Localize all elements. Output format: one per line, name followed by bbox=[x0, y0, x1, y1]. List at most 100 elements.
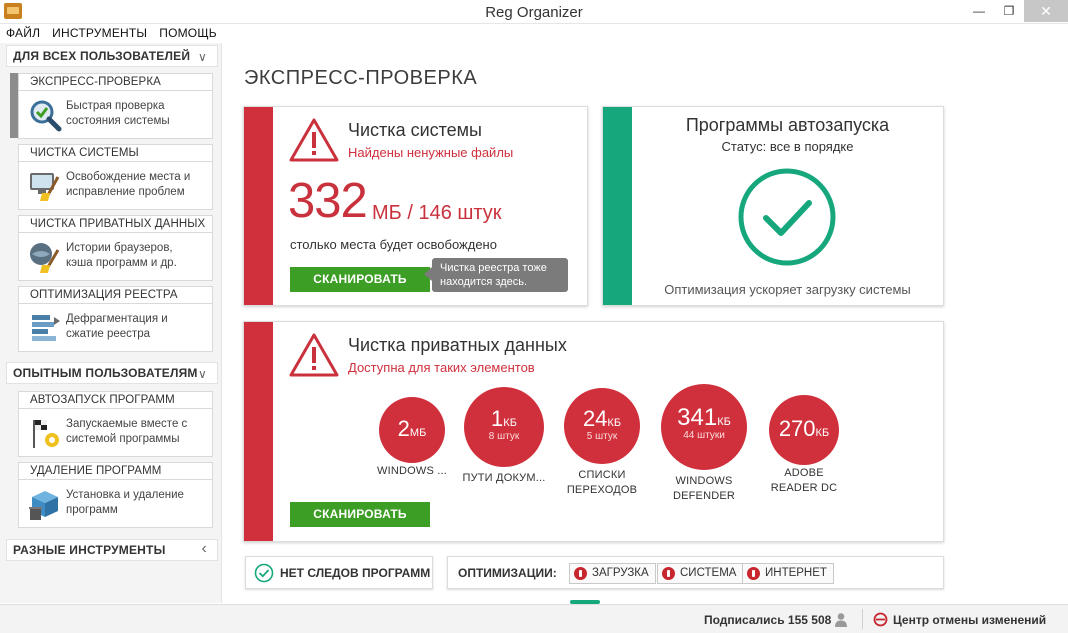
box-trash-icon bbox=[29, 491, 58, 520]
close-button[interactable]: ✕ bbox=[1024, 0, 1068, 22]
sidebar-item-private-clean[interactable]: ЧИСТКА ПРИВАТНЫХ ДАННЫХ Истории браузеро… bbox=[18, 215, 213, 281]
check-circle-icon bbox=[254, 563, 274, 583]
item-label-line1: WINDOWS ... bbox=[376, 465, 448, 477]
group-misc-tools[interactable]: РАЗНЫЕ ИНСТРУМЕНТЫ ‹ bbox=[6, 539, 218, 561]
tile-title: АВТОЗАПУСК ПРОГРАММ bbox=[19, 392, 212, 409]
item-size: 1 bbox=[491, 406, 504, 431]
tile-title: ЧИСТКА СИСТЕМЫ bbox=[19, 145, 212, 162]
group-advanced-users[interactable]: ОПЫТНЫМ ПОЛЬЗОВАТЕЛЯМ ∨ bbox=[6, 362, 218, 384]
status-stripe bbox=[244, 107, 273, 305]
private-item-bubble[interactable]: 2МБ bbox=[379, 397, 445, 463]
restore-button[interactable]: ❐ bbox=[994, 0, 1024, 22]
no-traces-label: НЕТ СЛЕДОВ ПРОГРАММ bbox=[280, 566, 431, 580]
sidebar-item-registry-optimize[interactable]: ОПТИМИЗАЦИЯ РЕЕСТРА Дефрагментация и сжа… bbox=[18, 286, 213, 352]
autorun-footer: Оптимизация ускоряет загрузку системы bbox=[664, 282, 911, 297]
group-label: ДЛЯ ВСЕХ ПОЛЬЗОВАТЕЛЕЙ bbox=[13, 49, 191, 63]
tile-desc-line2: кэша программ и др. bbox=[66, 257, 177, 269]
item-label-line2: READER DC bbox=[770, 482, 838, 494]
undo-center-link[interactable]: Центр отмены изменений bbox=[893, 613, 1046, 627]
status-stripe bbox=[603, 107, 632, 305]
optimize-boot-button[interactable]: ЗАГРУЗКА bbox=[569, 563, 656, 584]
autorun-status: Статус: все в порядке bbox=[721, 139, 854, 154]
item-size: 2 bbox=[397, 416, 410, 441]
item-size: 24 bbox=[582, 406, 608, 431]
private-item-bubble[interactable]: 270КБ bbox=[769, 395, 839, 465]
menu-tools[interactable]: ИНСТРУМЕНТЫ bbox=[52, 24, 147, 43]
card-title: Чистка приватных данных bbox=[348, 335, 567, 355]
tile-title: УДАЛЕНИЕ ПРОГРАММ bbox=[19, 463, 212, 480]
registry-hint-tooltip: Чистка реестра тоже находится здесь. bbox=[424, 258, 568, 292]
tile-title: ЧИСТКА ПРИВАТНЫХ ДАННЫХ bbox=[19, 216, 212, 233]
card-subtitle: Доступна для таких элементов bbox=[348, 360, 535, 375]
tile-desc-line1: Быстрая проверка bbox=[66, 100, 165, 112]
card-subtitle: Найдены ненужные файлы bbox=[348, 145, 514, 160]
item-label-line2: ПЕРЕХОДОВ bbox=[566, 484, 638, 496]
no-traces-panel[interactable]: НЕТ СЛЕДОВ ПРОГРАММ bbox=[245, 556, 433, 589]
item-unit: КБ bbox=[607, 417, 622, 429]
tile-desc-line1: Установка и удаление bbox=[66, 489, 184, 501]
tile-desc-line1: Истории браузеров, bbox=[66, 242, 173, 254]
chevron-down-icon: ∨ bbox=[198, 367, 207, 381]
warning-icon bbox=[289, 333, 339, 377]
private-item-label: WINDOWS ... bbox=[364, 464, 460, 479]
menu-file[interactable]: ФАЙЛ bbox=[6, 24, 40, 43]
private-item-label: СПИСКИ ПЕРЕХОДОВ bbox=[552, 468, 652, 498]
item-label-line1: WINDOWS bbox=[675, 475, 733, 487]
status-divider bbox=[862, 609, 863, 629]
power-icon bbox=[662, 567, 675, 580]
menu-bar: ФАЙЛ ИНСТРУМЕНТЫ ПОМОЩЬ bbox=[0, 24, 1068, 43]
optimize-internet-button[interactable]: ИНТЕРНЕТ bbox=[742, 563, 834, 584]
registry-stack-icon bbox=[32, 315, 60, 341]
item-size: 341 bbox=[677, 404, 718, 431]
optimize-system-button[interactable]: СИСТЕМА bbox=[657, 563, 744, 584]
subscribers-count: Подписались 155 508 bbox=[704, 613, 832, 627]
private-item-bubble[interactable]: 341КБ 44 штуки bbox=[661, 384, 747, 470]
private-clean-card: Чистка приватных данных Доступна для так… bbox=[243, 321, 944, 542]
page-title: ЭКСПРЕСС-ПРОВЕРКА bbox=[244, 67, 478, 89]
freed-size-value: 332 bbox=[288, 174, 368, 228]
button-label: СИСТЕМА bbox=[680, 567, 737, 579]
private-item-label: ADOBE READER DC bbox=[754, 466, 854, 496]
magnifier-check-icon bbox=[30, 100, 62, 132]
tile-desc-line2: системой программы bbox=[66, 433, 180, 445]
scan-private-button[interactable]: СКАНИРОВАТЬ bbox=[290, 502, 430, 527]
sidebar-item-autorun[interactable]: АВТОЗАПУСК ПРОГРАММ Запускаемые вместе с… bbox=[18, 391, 213, 457]
warning-icon bbox=[289, 118, 339, 162]
tile-desc-line2: состояния системы bbox=[66, 115, 170, 127]
item-count: 5 штук bbox=[586, 431, 618, 442]
optimizations-panel: ОПТИМИЗАЦИИ: ЗАГРУЗКА СИСТЕМА ИНТЕРНЕТ bbox=[447, 556, 944, 589]
chevron-left-icon: ‹ bbox=[201, 540, 207, 557]
tile-desc-line2: программ bbox=[66, 504, 118, 516]
user-icon bbox=[835, 613, 847, 627]
item-label-line1: ПУТИ ДОКУМ... bbox=[462, 472, 546, 484]
private-item-bubble[interactable]: 1КБ 8 штук bbox=[464, 387, 544, 467]
sidebar-item-express-check[interactable]: ЭКСПРЕСС-ПРОВЕРКА Быстрая проверка состо… bbox=[18, 73, 213, 139]
tile-desc-line2: исправление проблем bbox=[66, 186, 185, 198]
item-label-line1: СПИСКИ bbox=[578, 469, 626, 481]
tile-desc-line1: Дефрагментация и bbox=[66, 313, 168, 325]
sidebar-item-uninstall[interactable]: УДАЛЕНИЕ ПРОГРАММ Установка и удаление п… bbox=[18, 462, 213, 528]
window-title: Reg Organizer bbox=[485, 4, 583, 21]
item-label-line1: ADOBE bbox=[784, 467, 824, 479]
private-item-label: WINDOWS DEFENDER bbox=[654, 474, 754, 504]
window-controls: — ❐ ✕ bbox=[964, 0, 1068, 22]
autorun-card: Программы автозапуска Статус: все в поря… bbox=[602, 106, 944, 306]
tile-title: ЭКСПРЕСС-ПРОВЕРКА bbox=[19, 74, 212, 91]
globe-broom-icon bbox=[30, 243, 60, 273]
menu-help[interactable]: ПОМОЩЬ bbox=[159, 24, 217, 43]
button-label: ИНТЕРНЕТ bbox=[765, 567, 827, 579]
card-title: Чистка системы bbox=[348, 120, 482, 140]
item-unit: КБ bbox=[717, 416, 731, 428]
private-item-bubble[interactable]: 24КБ 5 штук bbox=[564, 388, 640, 464]
scan-system-button[interactable]: СКАНИРОВАТЬ bbox=[290, 267, 430, 292]
sidebar-item-system-clean[interactable]: ЧИСТКА СИСТЕМЫ Освобождение места и испр… bbox=[18, 144, 213, 210]
private-item-label: ПУТИ ДОКУМ... bbox=[454, 471, 554, 486]
power-icon bbox=[574, 567, 587, 580]
group-all-users[interactable]: ДЛЯ ВСЕХ ПОЛЬЗОВАТЕЛЕЙ ∨ bbox=[6, 45, 218, 67]
item-count: 44 штуки bbox=[683, 430, 725, 441]
card-title: Программы автозапуска bbox=[685, 115, 890, 135]
group-label: ОПЫТНЫМ ПОЛЬЗОВАТЕЛЯМ bbox=[13, 366, 198, 380]
minimize-button[interactable]: — bbox=[964, 0, 994, 22]
power-icon bbox=[747, 567, 760, 580]
flag-gear-icon bbox=[33, 420, 59, 448]
